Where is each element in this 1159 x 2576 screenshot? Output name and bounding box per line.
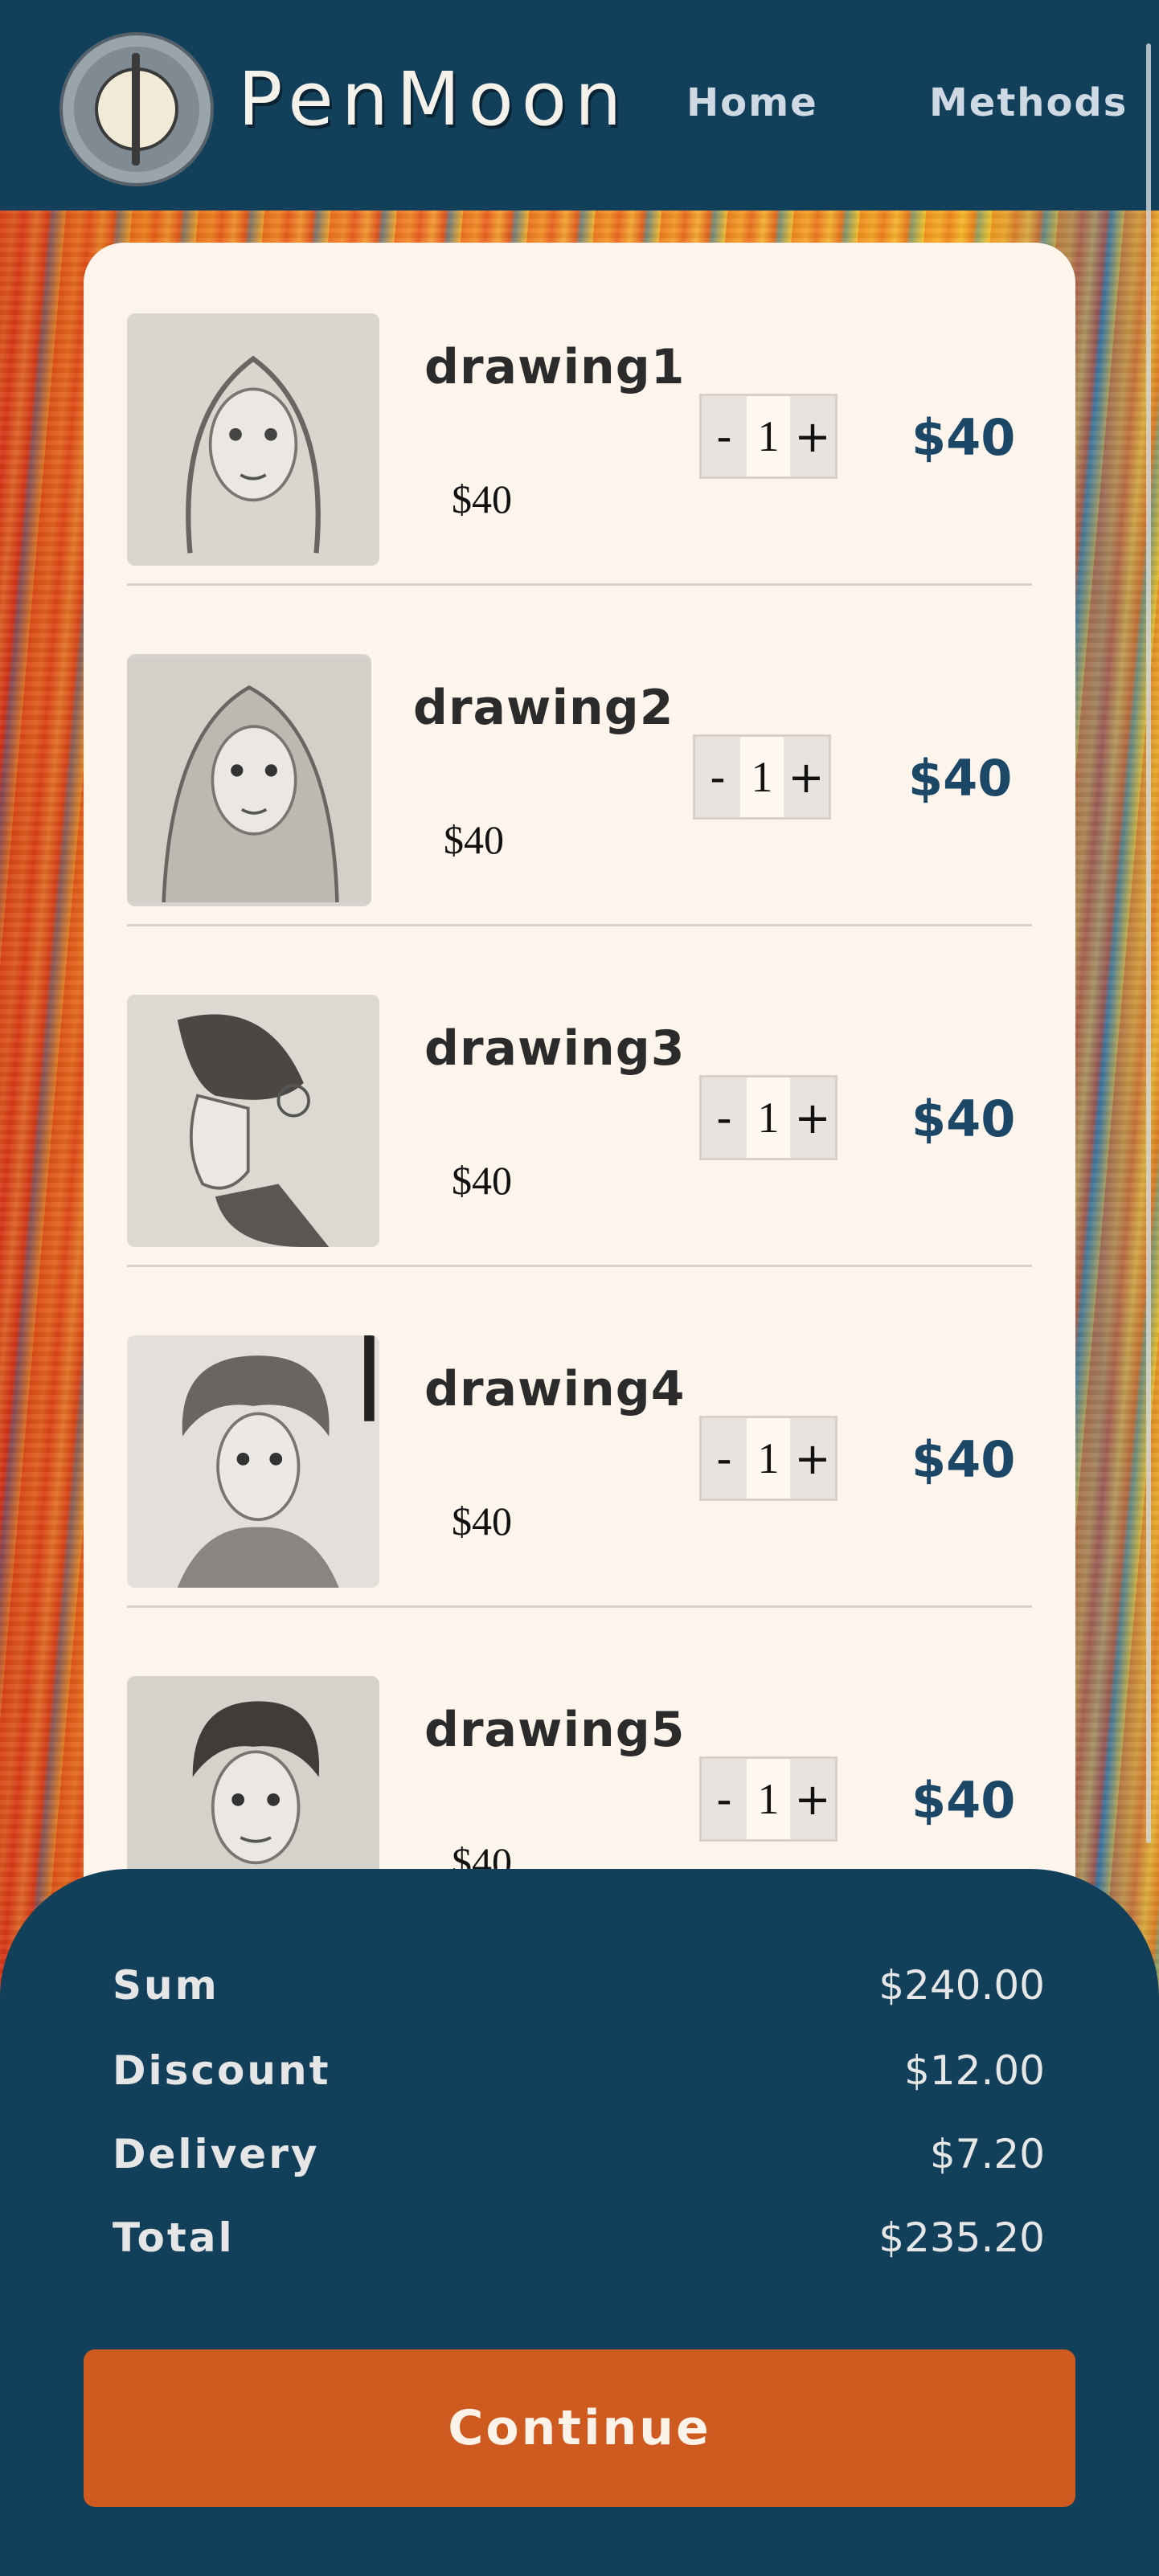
item-total-price: $40 <box>908 749 1013 808</box>
item-name: drawing5 <box>424 1702 686 1758</box>
summary-row-total: Total $235.20 <box>113 2214 1045 2271</box>
increase-quantity-button[interactable]: + <box>790 1418 835 1499</box>
summary-row-discount: Discount $12.00 <box>113 2047 1045 2104</box>
quantity-value[interactable]: 1 <box>747 1418 790 1499</box>
quantity-value[interactable]: 1 <box>740 737 784 817</box>
decrease-quantity-button[interactable]: - <box>702 1418 747 1499</box>
cart-card: drawing1 $40 - 1 + $40 drawing2 $40 - 1 … <box>84 243 1075 1930</box>
quantity-stepper: - 1 + <box>699 1075 838 1160</box>
drawing-thumbnail[interactable] <box>127 313 379 566</box>
item-total-price: $40 <box>911 1771 1016 1830</box>
summary-value: $7.20 <box>929 2131 1045 2177</box>
item-total-price: $40 <box>911 408 1016 467</box>
portrait-sketch-icon <box>127 1335 379 1588</box>
portrait-sketch-icon <box>127 658 371 903</box>
item-name: drawing3 <box>424 1020 686 1077</box>
drawing-thumbnail[interactable] <box>127 654 371 906</box>
nav-link-methods[interactable]: Methods <box>929 80 1128 125</box>
item-unit-price: $40 <box>452 476 512 521</box>
brand-name: PenMoon <box>238 56 630 142</box>
item-unit-price: $40 <box>444 817 504 862</box>
item-unit-price: $40 <box>452 1158 512 1203</box>
page-scrollbar[interactable] <box>1146 43 1151 1843</box>
cart-item: drawing4 $40 - 1 + $40 <box>127 1265 1032 1608</box>
summary-value: $240.00 <box>878 1962 1045 2009</box>
quantity-stepper: - 1 + <box>699 1756 838 1842</box>
penmoon-logo-icon[interactable] <box>59 32 214 186</box>
drawing-thumbnail[interactable] <box>127 995 379 1247</box>
quantity-stepper: - 1 + <box>699 1416 838 1501</box>
summary-label: Total <box>113 2214 235 2261</box>
summary-value: $235.20 <box>878 2214 1045 2261</box>
item-total-price: $40 <box>911 1430 1016 1489</box>
increase-quantity-button[interactable]: + <box>784 737 829 817</box>
item-unit-price: $40 <box>452 1499 512 1544</box>
summary-value: $12.00 <box>904 2047 1045 2094</box>
quantity-value[interactable]: 1 <box>747 396 790 476</box>
cart-item: drawing3 $40 - 1 + $40 <box>127 924 1032 1267</box>
increase-quantity-button[interactable]: + <box>790 396 835 476</box>
increase-quantity-button[interactable]: + <box>790 1759 835 1839</box>
decrease-quantity-button[interactable]: - <box>702 1077 747 1158</box>
quantity-value[interactable]: 1 <box>747 1077 790 1158</box>
portrait-sketch-icon <box>127 313 379 566</box>
decrease-quantity-button[interactable]: - <box>702 1759 747 1839</box>
summary-row-delivery: Delivery $7.20 <box>113 2131 1045 2187</box>
decrease-quantity-button[interactable]: - <box>695 737 740 817</box>
summary-label: Delivery <box>113 2131 320 2177</box>
cart-item: drawing2 $40 - 1 + $40 <box>127 583 1032 926</box>
increase-quantity-button[interactable]: + <box>790 1077 835 1158</box>
drawing-thumbnail[interactable] <box>127 1335 379 1588</box>
summary-label: Discount <box>113 2047 331 2094</box>
summary-row-sum: Sum $240.00 <box>113 1962 1045 2018</box>
item-total-price: $40 <box>911 1090 1016 1148</box>
portrait-sketch-icon <box>127 995 379 1247</box>
decrease-quantity-button[interactable]: - <box>702 396 747 476</box>
quantity-value[interactable]: 1 <box>747 1759 790 1839</box>
quantity-stepper: - 1 + <box>699 394 838 479</box>
item-name: drawing2 <box>413 680 674 736</box>
quantity-stepper: - 1 + <box>693 734 831 820</box>
cart-item: drawing1 $40 - 1 + $40 <box>127 243 1032 586</box>
summary-label: Sum <box>113 1962 219 2009</box>
item-name: drawing4 <box>424 1361 686 1417</box>
pen-icon <box>132 53 140 166</box>
nav-link-home[interactable]: Home <box>686 80 818 125</box>
site-header: PenMoon Home Methods <box>0 0 1159 211</box>
item-name: drawing1 <box>424 339 686 395</box>
continue-button[interactable]: Continue <box>84 2349 1075 2507</box>
